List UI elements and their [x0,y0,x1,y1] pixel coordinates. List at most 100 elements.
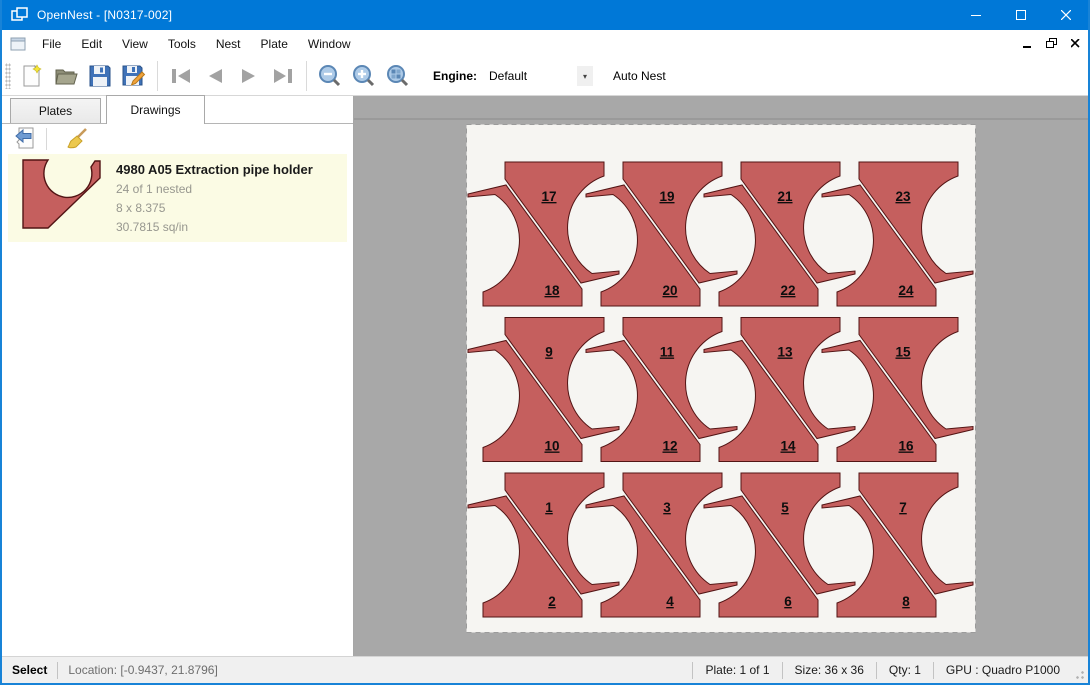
part-number-label: 4 [666,594,674,609]
minimize-button[interactable] [953,0,998,30]
window-title: OpenNest - [N0317-002] [37,8,172,22]
app-window: OpenNest - [N0317-002] FileEditViewTools… [0,0,1090,685]
part-number-label: 12 [662,439,677,454]
import-drawing-button[interactable] [10,126,40,152]
status-separator [782,662,783,679]
auto-nest-button[interactable]: Auto Nest [607,65,672,87]
part-number-label: 13 [777,345,793,360]
save-button[interactable] [83,61,117,91]
menu-item-edit[interactable]: Edit [71,32,112,56]
status-gpu: GPU : Quadro P1000 [944,663,1062,677]
engine-dropdown-value: Default [489,69,527,83]
mdi-restore-button[interactable] [1044,37,1058,51]
mdi-restore-icon [1046,38,1057,49]
part-number-label: 2 [548,594,556,609]
zoom-fit-button[interactable] [381,61,415,91]
menu-item-plate[interactable]: Plate [251,32,298,56]
mdi-window-controls [1020,30,1082,57]
menu-bar: FileEditViewToolsNestPlateWindow [2,30,1088,57]
mdi-minimize-icon [1023,39,1032,48]
part-number-label: 3 [663,500,671,515]
part-number-label: 7 [899,500,907,515]
save-as-icon [122,65,146,87]
engine-dropdown[interactable]: Default ▾ [483,65,593,87]
go-previous-button[interactable] [198,61,232,91]
status-mode: Select [12,663,47,677]
menu-item-nest[interactable]: Nest [206,32,251,56]
menu-items: FileEditViewToolsNestPlateWindow [32,32,361,56]
go-first-button[interactable] [164,61,198,91]
go-first-icon [170,68,192,84]
part-number-label: 11 [660,345,675,360]
status-bar: Select Location: [-0.9437, 21.8796] Plat… [2,656,1088,683]
menu-item-tools[interactable]: Tools [158,32,206,56]
status-separator [57,662,58,679]
mdi-close-button[interactable] [1068,37,1082,51]
nesting-canvas[interactable]: 171819202122232491011121314151612345678 [354,96,1088,656]
part-number-label: 22 [780,283,795,298]
drawing-area: 30.7815 sq/in [116,220,313,234]
part-number-label: 24 [898,283,914,298]
close-button[interactable] [1043,0,1088,30]
part-number-label: 18 [544,283,560,298]
part-number-label: 14 [780,439,796,454]
mdi-minimize-button[interactable] [1020,37,1034,51]
drawing-title: 4980 A05 Extraction pipe holder [116,162,313,177]
engine-label: Engine: [433,69,477,83]
toolbar-separator [157,61,158,91]
part-number-label: 16 [898,439,914,454]
tab-plates[interactable]: Plates [10,98,101,123]
menu-item-file[interactable]: File [32,32,71,56]
status-qty: Qty: 1 [887,663,923,677]
part-number-label: 5 [781,500,789,515]
drawing-dimensions: 8 x 8.375 [116,201,313,215]
toolbar-grip[interactable] [5,63,11,89]
zoom-in-icon [352,64,376,88]
part-number-label: 17 [541,189,556,204]
status-location: Location: [-0.9437, 21.8796] [68,663,217,677]
status-size: Size: 36 x 36 [793,663,866,677]
go-last-icon [272,68,294,84]
new-file-icon [21,64,43,88]
part-number-label: 20 [662,283,677,298]
part-number-label: 23 [895,189,911,204]
go-next-icon [239,68,259,84]
menu-item-window[interactable]: Window [298,32,361,56]
open-file-icon [54,66,78,86]
go-last-button[interactable] [266,61,300,91]
part-thumbnail [22,159,104,231]
close-icon [1061,10,1071,20]
chevron-down-icon: ▾ [577,66,593,86]
save-as-button[interactable] [117,61,151,91]
part-number-label: 19 [659,189,674,204]
import-drawing-icon [13,127,37,151]
status-separator [933,662,934,679]
zoom-out-button[interactable] [313,61,347,91]
status-separator [692,662,693,679]
zoom-in-button[interactable] [347,61,381,91]
minimize-icon [971,10,981,20]
zoom-out-icon [318,64,342,88]
go-previous-icon [205,68,225,84]
drawings-toolbar [2,125,353,152]
drawing-list-item[interactable]: 4980 A05 Extraction pipe holder 24 of 1 … [8,154,347,242]
part-number-label: 21 [777,189,793,204]
clean-button[interactable] [63,126,93,152]
open-file-button[interactable] [49,61,83,91]
tab-strip: Plates Drawings [2,96,353,124]
go-next-button[interactable] [232,61,266,91]
left-panel: Plates Drawings 4980 [2,96,354,656]
menu-item-view[interactable]: View [112,32,158,56]
drawing-nested-count: 24 of 1 nested [116,182,313,196]
save-icon [89,65,111,87]
resize-grip[interactable] [1072,667,1085,680]
part-number-label: 15 [895,345,911,360]
toolbar-separator [306,61,307,91]
tab-drawings[interactable]: Drawings [106,95,205,124]
part-number-label: 8 [902,594,910,609]
clean-broom-icon [66,127,90,151]
zoom-fit-icon [386,64,410,88]
mdi-close-icon [1071,39,1080,48]
maximize-button[interactable] [998,0,1043,30]
new-file-button[interactable] [15,61,49,91]
